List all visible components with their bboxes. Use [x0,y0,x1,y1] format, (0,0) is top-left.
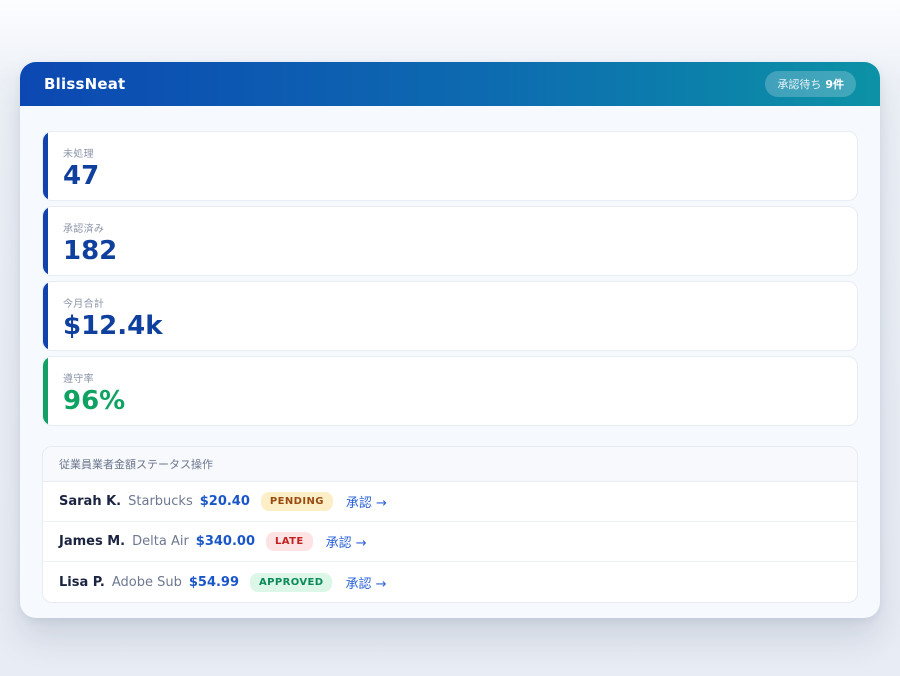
table-header-row: 従業員業者金額ステータス操作 [43,447,857,482]
approve-link[interactable]: 承認 → [345,573,386,592]
stat-card-approved: 承認済み 182 [42,206,858,276]
approve-link[interactable]: 承認 → [346,492,387,511]
stat-card-compliance-rate: 遵守率 96% [42,356,858,426]
stat-label: 今月合計 [63,295,841,310]
stat-value: $12.4k [63,312,841,341]
column-header-employee: 従業員 [59,458,92,471]
column-header-amount: 金額 [114,458,136,471]
stat-value: 47 [63,162,841,191]
table-row: Sarah K. Starbucks $20.40 PENDING 承認 → [43,482,857,522]
pending-approvals-badge: 承認待ち 9件 [765,71,856,97]
main-panel: BlissNeat 承認待ち 9件 未処理 47 承認済み 182 今月合計 $… [20,62,880,618]
expense-amount: $340.00 [196,534,255,549]
status-badge: LATE [266,532,313,551]
column-header-status: ステータス [136,458,191,471]
stat-value: 96% [63,387,841,416]
expenses-table: 従業員業者金額ステータス操作 Sarah K. Starbucks $20.40… [42,446,858,603]
stats-section: 未処理 47 承認済み 182 今月合計 $12.4k 遵守率 96% [20,106,880,426]
pending-badge-label: 承認待ち [777,76,821,92]
stat-value: 182 [63,237,841,266]
vendor-name: Delta Air [132,534,189,549]
employee-name: James M. [59,534,125,549]
stat-label: 承認済み [63,220,841,235]
expense-amount: $54.99 [189,575,239,590]
status-badge: APPROVED [250,573,332,592]
app-title: BlissNeat [44,75,125,93]
column-header-action: 操作 [191,458,213,471]
stat-label: 遵守率 [63,370,841,385]
app-header: BlissNeat 承認待ち 9件 [20,62,880,106]
pending-badge-count: 9件 [825,76,844,92]
vendor-name: Starbucks [128,494,193,509]
status-badge: PENDING [261,492,333,511]
stat-label: 未処理 [63,145,841,160]
employee-name: Lisa P. [59,575,105,590]
stat-card-month-total: 今月合計 $12.4k [42,281,858,351]
column-header-vendor: 業者 [92,458,114,471]
table-row: Lisa P. Adobe Sub $54.99 APPROVED 承認 → [43,562,857,602]
table-row: James M. Delta Air $340.00 LATE 承認 → [43,522,857,562]
employee-name: Sarah K. [59,494,121,509]
expense-amount: $20.40 [200,494,250,509]
stat-card-unprocessed: 未処理 47 [42,131,858,201]
vendor-name: Adobe Sub [112,575,182,590]
approve-link[interactable]: 承認 → [326,532,367,551]
